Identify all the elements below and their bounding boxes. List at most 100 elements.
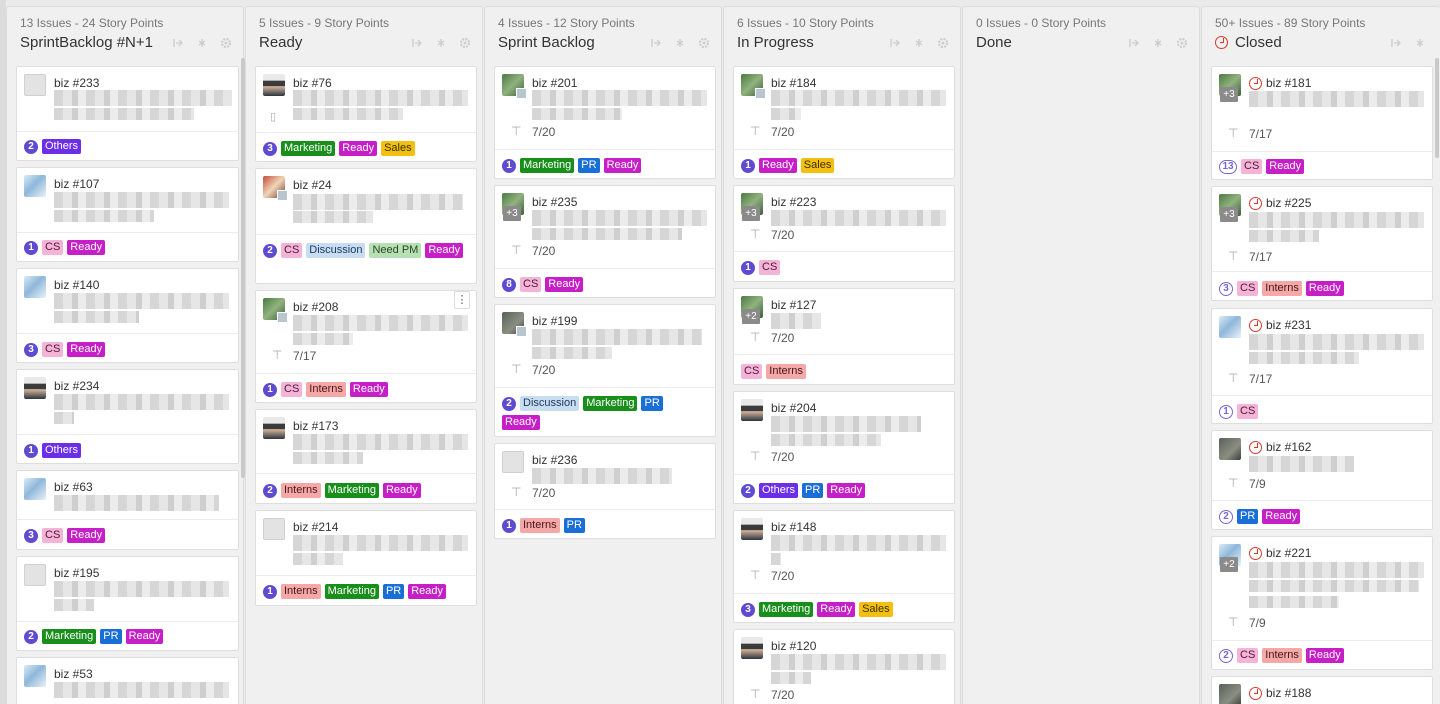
label-cs[interactable]: CS [42, 240, 64, 255]
label-ready[interactable]: Ready [349, 382, 388, 397]
issue-number[interactable]: biz #188 [1249, 686, 1311, 700]
issue-card[interactable]: biz #236 ⊤ 7/20 1 Interns PR [494, 443, 716, 539]
label-sales[interactable]: Sales [800, 158, 835, 173]
issue-card[interactable]: biz #199 ⊤ 7/20 2 Discussion Marketing P… [494, 304, 716, 437]
issue-number[interactable]: biz #223 [771, 195, 816, 209]
issue-card[interactable]: biz #76 ▯ 3 Marketing Ready Sales [255, 66, 477, 162]
label-ready[interactable]: Ready [425, 243, 464, 258]
label-cs[interactable]: CS [42, 528, 64, 543]
label-cs[interactable]: CS [281, 382, 303, 397]
issue-card[interactable]: +3 biz #235 ⊤ 7/20 8 CS Ready [494, 185, 716, 298]
label-pr[interactable]: PR [382, 584, 405, 599]
issue-card[interactable]: biz #204 ⊤ 7/20 2 Others PR Ready [733, 391, 955, 504]
issue-number[interactable]: biz #225 [1249, 196, 1311, 210]
gear-icon[interactable] [1174, 37, 1190, 49]
label-marketing[interactable]: Marketing [583, 396, 638, 411]
expand-icon[interactable] [1388, 37, 1404, 49]
issue-number[interactable]: biz #214 [293, 520, 338, 534]
issue-number[interactable]: biz #195 [54, 566, 99, 580]
label-cs[interactable]: CS [1241, 159, 1263, 174]
gear-icon[interactable] [696, 37, 712, 49]
issue-card[interactable]: biz #148 ⊤ 7/20 3 Marketing Ready Sales [733, 510, 955, 623]
issue-card[interactable]: +2 biz #221 ⊤ 7/9 2 CS Interns Ready [1211, 536, 1433, 670]
issue-number[interactable]: biz #162 [1249, 440, 1311, 454]
issue-number[interactable]: biz #53 [54, 667, 93, 681]
label-interns[interactable]: Interns [281, 483, 321, 498]
label-ready[interactable]: Ready [1305, 648, 1344, 663]
label-ready[interactable]: Ready [339, 141, 378, 156]
label-ready[interactable]: Ready [67, 528, 106, 543]
expand-icon[interactable] [887, 37, 903, 49]
expand-icon[interactable] [648, 37, 664, 49]
label-cs[interactable]: CS [1237, 648, 1259, 663]
issue-number[interactable]: biz #148 [771, 520, 816, 534]
issue-card[interactable]: biz #63 3 CS Ready [16, 470, 239, 550]
label-cs[interactable]: CS [42, 342, 64, 357]
expand-icon[interactable] [1126, 37, 1142, 49]
issue-card[interactable]: +2 biz #127 ⊤ 7/20 CS Interns [733, 288, 955, 385]
issue-number[interactable]: biz #234 [54, 379, 99, 393]
column-scrollbar[interactable] [1435, 58, 1439, 158]
label-ready[interactable]: Ready [827, 483, 866, 498]
issue-number[interactable]: biz #201 [532, 76, 577, 90]
issue-number[interactable]: biz #235 [532, 195, 577, 209]
label-sales[interactable]: Sales [381, 141, 415, 156]
label-marketing[interactable]: Marketing [281, 141, 336, 156]
issue-card[interactable]: biz #184 ⊤ 7/20 1 Ready Sales [733, 66, 955, 179]
issue-number[interactable]: biz #120 [771, 639, 816, 653]
issue-number[interactable]: biz #199 [532, 314, 577, 328]
expand-icon[interactable] [409, 37, 425, 49]
issue-card[interactable]: biz #188 [1211, 676, 1433, 704]
issue-card[interactable]: biz #234 1 Others [16, 369, 239, 464]
label-cs[interactable]: CS [520, 277, 542, 292]
collapse-icon[interactable] [1150, 37, 1166, 49]
label-ready[interactable]: Ready [817, 602, 856, 617]
label-interns[interactable]: Interns [306, 382, 346, 397]
collapse-icon[interactable] [194, 37, 210, 49]
collapse-icon[interactable] [1412, 37, 1428, 49]
collapse-icon[interactable] [911, 37, 927, 49]
card-menu-icon[interactable]: ⋮ [454, 291, 470, 309]
collapse-icon[interactable] [672, 37, 688, 49]
label-others[interactable]: Others [42, 139, 82, 154]
issue-number[interactable]: biz #236 [532, 453, 577, 467]
issue-card[interactable]: biz #195 2 Marketing PR Ready [16, 556, 239, 651]
issue-card[interactable]: +3 biz #223 ⊤ 7/20 1 CS [733, 185, 955, 282]
label-others[interactable]: Others [759, 483, 799, 498]
issue-card[interactable]: biz #24 2 CS Discussion Need PM Ready [255, 168, 477, 284]
issue-card[interactable]: biz #231 ⊤ 7/17 1 CS [1211, 308, 1433, 424]
issue-card[interactable]: biz #162 ⊤ 7/9 2 PR Ready [1211, 430, 1433, 530]
label-ready[interactable]: Ready [1266, 159, 1305, 174]
issue-card[interactable]: biz #201 ⊤ 7/20 1 Marketing PR Ready [494, 66, 716, 179]
label-interns[interactable]: Interns [766, 364, 806, 379]
issue-card[interactable]: biz #120 ⊤ 7/20 [733, 629, 955, 704]
label-ready[interactable]: Ready [1305, 281, 1344, 296]
label-cs[interactable]: CS [1237, 404, 1259, 419]
label-others[interactable]: Others [42, 443, 82, 458]
gear-icon[interactable] [935, 37, 951, 49]
issue-number[interactable]: biz #181 [1249, 76, 1311, 90]
issue-number[interactable]: biz #208 [293, 300, 338, 314]
issue-card[interactable]: biz #53 [16, 657, 239, 704]
label-need-pm[interactable]: Need PM [369, 243, 422, 258]
label-cs[interactable]: CS [741, 364, 763, 379]
issue-number[interactable]: biz #76 [293, 76, 332, 90]
label-ready[interactable]: Ready [382, 483, 421, 498]
issue-number[interactable]: biz #233 [54, 76, 99, 90]
label-ready[interactable]: Ready [545, 277, 584, 292]
label-marketing[interactable]: Marketing [42, 629, 97, 644]
label-interns[interactable]: Interns [281, 584, 321, 599]
label-ready[interactable]: Ready [603, 158, 642, 173]
issue-number[interactable]: biz #127 [771, 298, 816, 312]
label-ready[interactable]: Ready [67, 240, 106, 255]
label-interns[interactable]: Interns [520, 518, 560, 533]
label-interns[interactable]: Interns [1262, 281, 1302, 296]
label-cs[interactable]: CS [759, 260, 781, 275]
issue-card[interactable]: biz #233 2 Others [16, 66, 239, 161]
label-pr[interactable]: PR [100, 629, 122, 644]
label-marketing[interactable]: Marketing [324, 483, 379, 498]
label-pr[interactable]: PR [641, 396, 663, 411]
label-pr[interactable]: PR [578, 158, 600, 173]
label-ready[interactable]: Ready [1262, 509, 1301, 524]
label-discussion[interactable]: Discussion [306, 243, 366, 258]
